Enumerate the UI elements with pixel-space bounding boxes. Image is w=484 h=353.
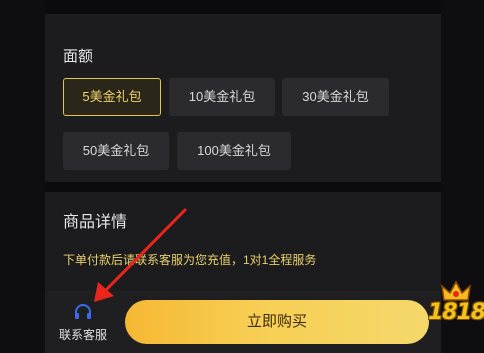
bottom-action-bar: 联系客服 立即购买 [45, 291, 441, 353]
option-5-dollar-pack[interactable]: 5美金礼包 [63, 78, 161, 116]
product-details-card [45, 192, 441, 292]
option-30-dollar-pack[interactable]: 30美金礼包 [282, 78, 389, 116]
watermark-text: 18183 [428, 300, 484, 325]
main-panel: 面额 5美金礼包 10美金礼包 30美金礼包 50美金礼包 100美金礼包 商品… [45, 0, 441, 353]
customer-service-button[interactable]: 联系客服 [51, 291, 115, 353]
headset-icon [75, 304, 91, 319]
section-divider [45, 182, 441, 192]
crown-icon [440, 280, 472, 301]
buy-now-button[interactable]: 立即购买 [125, 300, 429, 344]
option-100-dollar-pack[interactable]: 100美金礼包 [177, 132, 291, 170]
product-details-title: 商品详情 [63, 214, 128, 231]
site-watermark-logo: 18183 [428, 278, 484, 340]
option-10-dollar-pack[interactable]: 10美金礼包 [169, 78, 275, 116]
option-50-dollar-pack[interactable]: 50美金礼包 [63, 132, 169, 170]
product-details-text: 下单付款后请联系客服为您充值，1对1全程服务 [63, 253, 317, 267]
top-divider [45, 0, 441, 14]
customer-service-label: 联系客服 [58, 328, 107, 342]
denomination-card: 面额 5美金礼包 10美金礼包 30美金礼包 50美金礼包 100美金礼包 [45, 14, 441, 182]
denomination-title: 面额 [63, 48, 94, 65]
